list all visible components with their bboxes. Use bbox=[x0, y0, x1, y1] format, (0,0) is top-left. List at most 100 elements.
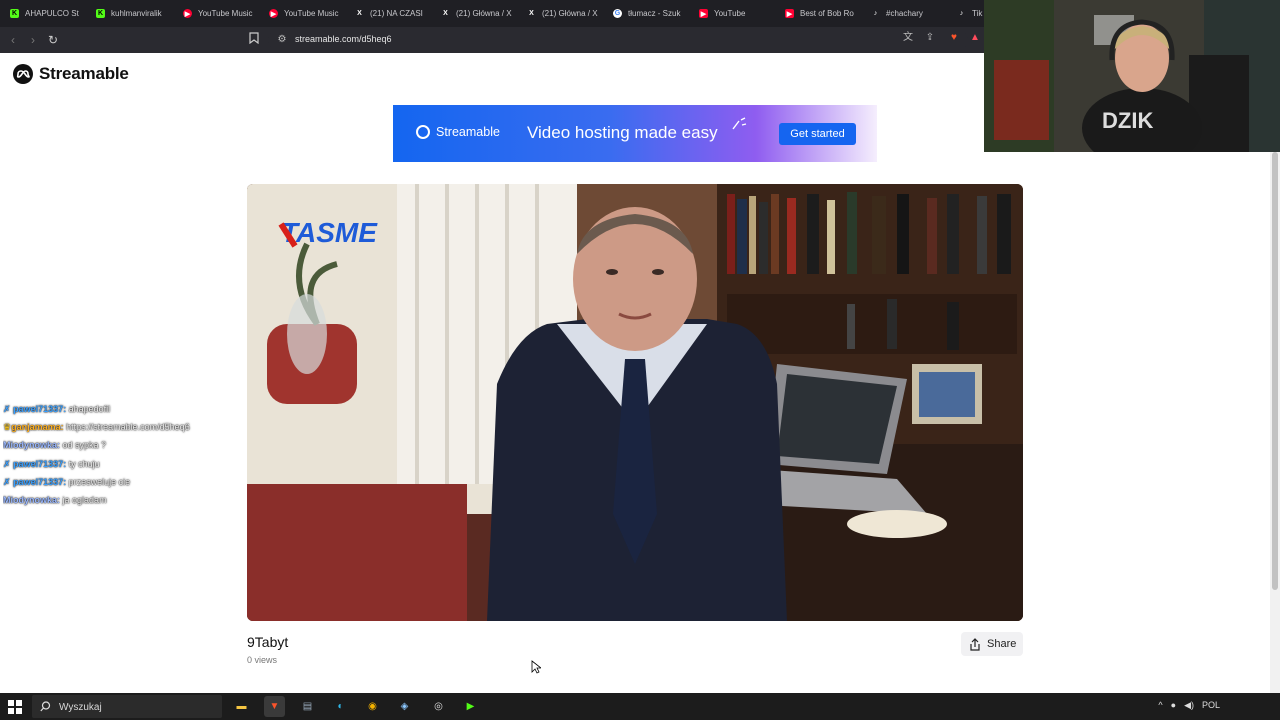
chat-username: ganjamama: bbox=[11, 422, 64, 433]
tab-label: YouTube Music bbox=[284, 9, 339, 18]
windows-start-icon[interactable] bbox=[8, 700, 22, 714]
tab-label: kuhlmanviralik bbox=[111, 9, 162, 18]
svg-text:DZIK: DZIK bbox=[1102, 108, 1153, 133]
streamable-logo-icon bbox=[416, 125, 430, 139]
promo-banner[interactable]: Streamable Video hosting made easy Get s… bbox=[393, 105, 877, 162]
video-views: 0 views bbox=[247, 655, 278, 665]
sparkle-icon bbox=[732, 117, 747, 130]
system-tray: ^ ● ◀) POL bbox=[1158, 700, 1220, 711]
site-settings-icon[interactable]: ⚙ bbox=[276, 34, 288, 46]
browser-toolbar: ‹ › ↻ ⚙ streamable.com/d5heq6 文 ⇪ ♥ ▲ bbox=[0, 27, 984, 53]
language-indicator[interactable]: POL bbox=[1202, 700, 1220, 711]
video-player[interactable]: TASME bbox=[247, 184, 1023, 621]
url-text: streamable.com/d5heq6 bbox=[295, 34, 392, 44]
edge-icon[interactable]: ◐ bbox=[330, 696, 351, 717]
microphone-icon[interactable]: ● bbox=[1171, 700, 1176, 711]
scrollbar-thumb[interactable] bbox=[1272, 152, 1278, 590]
get-started-button[interactable]: Get started bbox=[779, 123, 856, 145]
youtube-music-icon: ▶ bbox=[183, 9, 192, 18]
taskbar-search[interactable]: Wyszukaj bbox=[32, 695, 222, 718]
chat-message: Miodynowka: ja ogladam bbox=[3, 493, 233, 511]
chevron-up-icon[interactable]: ^ bbox=[1158, 700, 1162, 711]
tab-label: Tik bbox=[972, 9, 983, 18]
browser-tab[interactable]: ♪ Tik bbox=[957, 4, 984, 23]
browser-tab[interactable]: ▶ Best of Bob Ro bbox=[785, 4, 857, 23]
tiktok-icon: ♪ bbox=[959, 10, 964, 17]
browser-tab[interactable]: ▶ YouTube Music bbox=[269, 4, 341, 23]
chat-text: ja ogladam bbox=[62, 494, 107, 505]
windows-taskbar: Wyszukaj ▬ ▼ ▤ ◐ ◉ ◈ ◎ ▶ ^ ● ◀) POL bbox=[0, 693, 1280, 720]
tab-label: tłumacz - Szuk bbox=[628, 9, 681, 18]
bookmark-icon[interactable] bbox=[248, 32, 260, 45]
browser-tab[interactable]: ▶ YouTube bbox=[699, 4, 771, 23]
chat-text: https://streamable.com/d5heq6 bbox=[66, 422, 190, 433]
share-icon bbox=[970, 637, 980, 651]
chat-message: ✗ pawel71337: ahapedofil bbox=[3, 402, 233, 420]
chat-username: Miodynowka: bbox=[3, 440, 61, 451]
chat-username: pawel71337: bbox=[13, 476, 67, 487]
browser-tab[interactable]: ♪ #chachary bbox=[871, 4, 943, 23]
banner-brand-text: Streamable bbox=[436, 125, 500, 139]
tab-label: (21) Główna / X bbox=[456, 9, 512, 18]
brave-rewards-icon[interactable]: ▲ bbox=[969, 32, 981, 44]
mouse-cursor-icon bbox=[531, 660, 543, 679]
reload-icon[interactable]: ↻ bbox=[46, 33, 60, 47]
chat-username: Miodynowka: bbox=[3, 494, 61, 505]
steam-icon[interactable]: ◈ bbox=[394, 696, 415, 717]
kick-icon: K bbox=[96, 9, 105, 18]
tab-label: Best of Bob Ro bbox=[800, 9, 854, 18]
chat-message: ✗ pawel71337: przesweluje cie bbox=[3, 475, 233, 493]
browser-tab[interactable]: ▶ YouTube Music bbox=[183, 4, 255, 23]
chat-text: ty chuju bbox=[68, 458, 100, 469]
brave-icon[interactable]: ▼ bbox=[264, 696, 285, 717]
chat-text: od sypka ? bbox=[62, 440, 107, 451]
youtube-icon: ▶ bbox=[785, 9, 794, 18]
browser-tab-strip: K AHAPULCO St Kkuhlmanviralik ▶ YouTube Mu… bbox=[0, 0, 984, 27]
file-explorer-icon[interactable]: ▬ bbox=[231, 696, 252, 717]
sword-badge-icon: ✗ bbox=[3, 476, 11, 487]
streamable-logo[interactable]: Streamable bbox=[13, 64, 129, 84]
forward-icon[interactable]: › bbox=[26, 33, 40, 47]
share-label: Share bbox=[987, 638, 1017, 650]
x-icon: X bbox=[357, 10, 362, 17]
x-icon: X bbox=[443, 10, 448, 17]
logo-text: Streamable bbox=[39, 64, 129, 83]
share-button[interactable]: Share bbox=[961, 632, 1023, 656]
obs-icon[interactable]: ◎ bbox=[428, 696, 449, 717]
app-icon[interactable]: ▤ bbox=[297, 696, 318, 717]
browser-tab[interactable]: K AHAPULCO St bbox=[10, 4, 82, 23]
chat-username: pawel71337: bbox=[13, 458, 67, 469]
address-bar[interactable]: ⚙ streamable.com/d5heq6 bbox=[268, 31, 968, 49]
chat-text: ahapedofil bbox=[68, 404, 111, 414]
back-icon[interactable]: ‹ bbox=[6, 33, 20, 47]
tab-label: YouTube bbox=[714, 9, 746, 18]
speaker-icon[interactable]: ◀) bbox=[1184, 700, 1194, 711]
youtube-icon: ▶ bbox=[699, 9, 708, 18]
stream-chat-overlay: ✗ pawel71337: ahapedofil ♛ganjamama: htt… bbox=[3, 402, 233, 511]
chat-message: Miodynowka: od sypka ? bbox=[3, 438, 233, 456]
search-icon bbox=[40, 701, 51, 712]
browser-tab[interactable]: X (21) Główna / X bbox=[527, 4, 599, 23]
tab-label: AHAPULCO St bbox=[25, 9, 79, 18]
sword-badge-icon: ✗ bbox=[3, 404, 11, 414]
browser-tab[interactable]: X (21) Główna / X bbox=[441, 4, 513, 23]
browser-tab[interactable]: X (21) NA CZASI bbox=[355, 4, 427, 23]
chrome-icon[interactable]: ◉ bbox=[362, 696, 383, 717]
brave-shields-icon[interactable]: ♥ bbox=[948, 32, 960, 44]
webcam-feed: DZIK bbox=[984, 0, 1280, 152]
video-frame: TASME bbox=[247, 184, 1023, 621]
browser-tab[interactable]: Kkuhlmanviralik bbox=[96, 4, 168, 23]
kick-icon[interactable]: ▶ bbox=[460, 696, 481, 717]
chat-message: ✗ pawel71337: ty chuju bbox=[3, 457, 233, 475]
x-icon: X bbox=[529, 10, 534, 17]
sword-badge-icon: ✗ bbox=[3, 458, 11, 469]
browser-tab[interactable]: Gtłumacz - Szuk bbox=[613, 4, 685, 23]
search-placeholder: Wyszukaj bbox=[59, 702, 102, 713]
translate-icon[interactable]: 文 bbox=[902, 32, 914, 44]
video-title: 9Tabyt bbox=[247, 634, 289, 650]
share-page-icon[interactable]: ⇪ bbox=[924, 32, 936, 44]
tab-label: (21) Główna / X bbox=[542, 9, 598, 18]
crown-badge-icon: ♛ bbox=[3, 422, 12, 433]
tab-label: YouTube Music bbox=[198, 9, 253, 18]
tiktok-icon: ♪ bbox=[873, 10, 878, 17]
